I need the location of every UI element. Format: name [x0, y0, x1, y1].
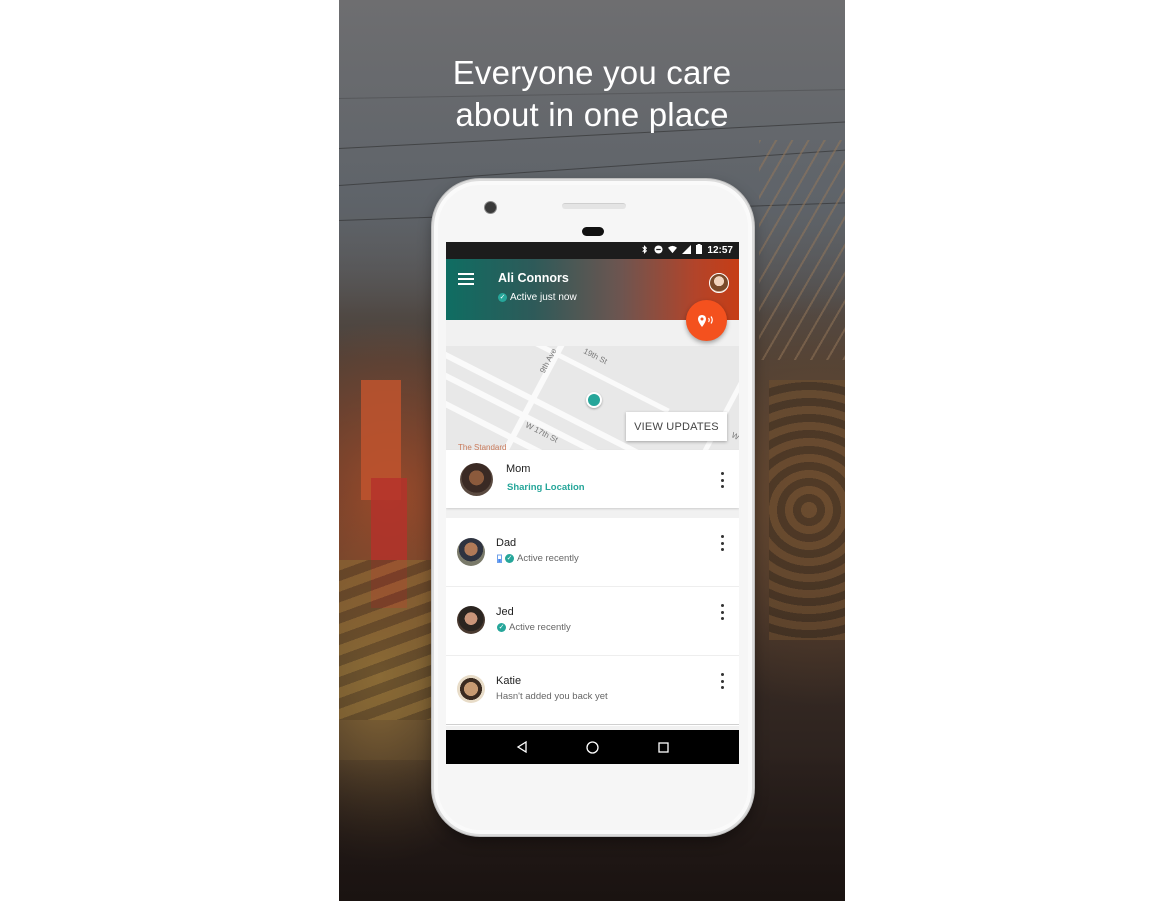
home-icon[interactable]: [583, 737, 603, 757]
contact-status-text: Hasn't added you back yet: [496, 691, 608, 702]
wifi-icon: [668, 245, 678, 257]
recents-icon[interactable]: [654, 737, 674, 757]
more-options-icon[interactable]: [717, 604, 727, 620]
location-share-icon: [697, 314, 713, 327]
poi-label: The Standard: [458, 443, 507, 450]
contact-status-text: Active recently: [509, 622, 571, 633]
contact-status: Hasn't added you back yet: [496, 691, 608, 702]
contact-name: Dad: [496, 537, 517, 549]
location-marker[interactable]: [586, 392, 602, 408]
contact-avatar: [457, 538, 485, 566]
lanterns: [769, 380, 845, 640]
android-nav-bar: [446, 730, 739, 764]
contact-row[interactable]: Jed ✓ Active recently: [446, 587, 739, 656]
app-bar-title: Ali Connors: [498, 271, 569, 285]
back-icon[interactable]: [512, 737, 532, 757]
contact-row[interactable]: Dad ✓ Active recently: [446, 518, 739, 587]
featured-contact-card[interactable]: Mom Sharing Location: [446, 450, 739, 508]
check-circle-icon: ✓: [498, 293, 507, 302]
contact-status: ✓ Active recently: [497, 553, 579, 564]
more-options-icon[interactable]: [717, 472, 727, 488]
contact-status-text: Active recently: [517, 553, 579, 564]
street-label: 19th St: [581, 346, 609, 367]
app-bar-status: ✓ Active just now: [498, 292, 577, 303]
check-circle-icon: ✓: [497, 623, 506, 632]
contact-name: Katie: [496, 675, 522, 687]
contacts-list: Dad ✓ Active recently Jed ✓ Active recen…: [446, 518, 739, 726]
awning-frame: [759, 140, 845, 360]
contact-row[interactable]: Katie Hasn't added you back yet: [446, 656, 739, 725]
headline: Everyone you care about in one place: [339, 52, 845, 136]
street-label: W: [729, 430, 739, 442]
contact-avatar: [457, 675, 485, 703]
lanterns: [339, 560, 434, 720]
share-location-fab[interactable]: [686, 300, 727, 341]
cell-signal-icon: [682, 244, 692, 257]
bluetooth-icon: [640, 244, 649, 257]
earpiece-speaker: [562, 203, 626, 209]
phone-screen: 12:57 Ali Connors ✓ Active just now 9th …: [446, 242, 739, 764]
contact-avatar: [460, 463, 493, 496]
more-options-icon[interactable]: [717, 535, 727, 551]
headline-line-2: about in one place: [455, 96, 729, 133]
battery-icon: [696, 244, 703, 257]
app-bar-status-text: Active just now: [510, 292, 577, 303]
contact-name: Mom: [506, 463, 531, 475]
front-camera: [484, 201, 497, 214]
contact-avatar: [457, 606, 485, 634]
contact-status: ✓ Active recently: [497, 622, 571, 633]
contact-status: Sharing Location: [507, 482, 585, 493]
view-updates-button[interactable]: VIEW UPDATES: [626, 412, 727, 441]
headline-line-1: Everyone you care: [452, 54, 732, 91]
user-avatar[interactable]: [709, 273, 729, 293]
contact-name: Jed: [496, 606, 514, 618]
more-options-icon[interactable]: [717, 673, 727, 689]
hamburger-menu-icon[interactable]: [458, 273, 474, 287]
map-view[interactable]: 9th Ave 19th St W 17th St W The Standard…: [446, 346, 739, 450]
check-circle-icon: ✓: [505, 554, 514, 563]
battery-low-icon: [497, 554, 502, 563]
status-bar: 12:57: [446, 242, 739, 259]
proximity-sensor: [582, 227, 604, 236]
status-time: 12:57: [707, 245, 733, 256]
do-not-disturb-icon: [654, 244, 663, 257]
